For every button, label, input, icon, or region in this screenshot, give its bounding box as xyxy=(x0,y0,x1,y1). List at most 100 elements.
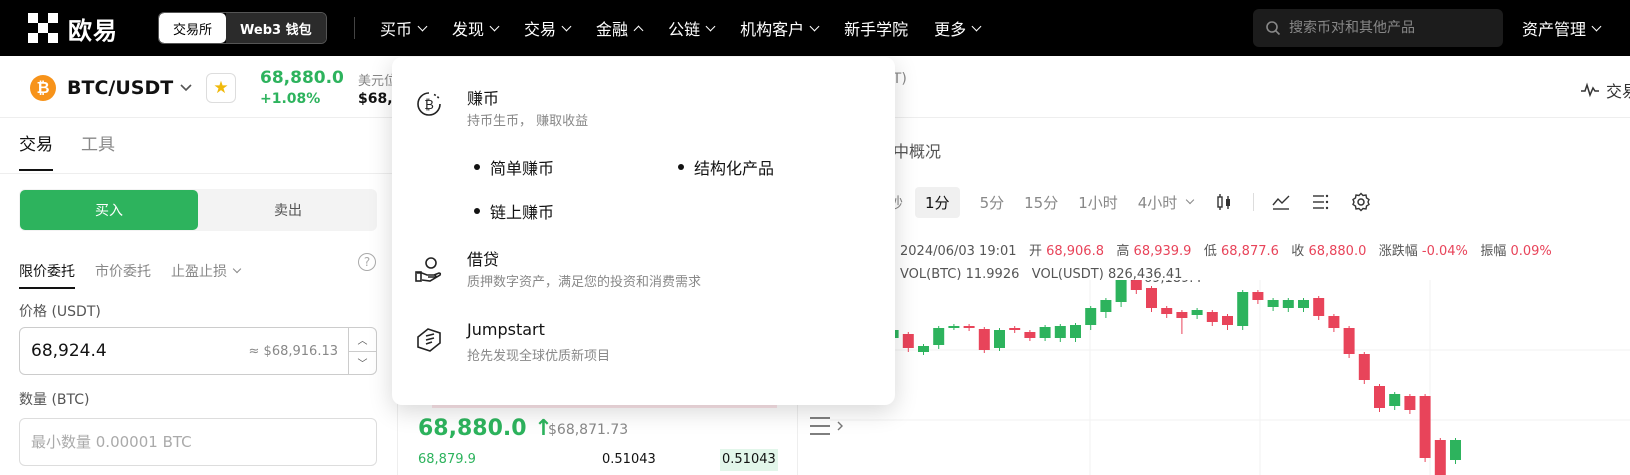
pulse-icon xyxy=(1581,82,1599,98)
chevron-down-icon xyxy=(1591,21,1602,31)
menu-item-structured-products[interactable]: 结构化产品 xyxy=(678,155,774,179)
candle-body xyxy=(1191,310,1203,315)
buy-sell-toggle: 买入 卖出 xyxy=(19,189,377,231)
high-label: 高 xyxy=(1116,244,1130,259)
search-box[interactable] xyxy=(1253,9,1503,47)
tab-market-order[interactable]: 市价委托 xyxy=(95,261,151,281)
amplitude-value: 0.09% xyxy=(1510,244,1552,259)
hand-coin-icon xyxy=(415,257,442,282)
okx-logo[interactable]: 欧易 xyxy=(28,13,118,45)
nav-item-chain[interactable]: 公链 xyxy=(668,16,716,40)
candle-body xyxy=(1389,394,1401,406)
menu-item-onchain-earn[interactable]: 链上赚币 xyxy=(474,199,554,223)
price-field[interactable]: 68,924.4 ≈ $68,916.13 ︿ ﹀ xyxy=(19,327,377,375)
chevron-down-icon xyxy=(705,21,716,31)
timeframe-15m[interactable]: 15分 xyxy=(1024,192,1058,213)
quantity-input[interactable] xyxy=(31,433,351,451)
buy-button[interactable]: 买入 xyxy=(20,190,198,230)
timeframe-5m[interactable]: 5分 xyxy=(980,192,1005,213)
tab-limit-order[interactable]: 限价委托 xyxy=(19,261,75,289)
chevron-down-icon xyxy=(417,21,428,31)
nav-item-discover[interactable]: 发现 xyxy=(452,16,500,40)
finance-dropdown-menu: ₿ 赚币 持币生币， 赚取收益 简单赚币 结构化产品 链上赚币 借贷 质押数字资… xyxy=(392,57,895,405)
price-stepper: ︿ ﹀ xyxy=(348,328,376,374)
rocket-icon xyxy=(417,328,441,352)
price-label: 价格 (USDT) xyxy=(19,304,101,320)
candle-body xyxy=(1146,288,1157,308)
chevron-down-icon xyxy=(1186,195,1195,205)
earn-title[interactable]: 赚币 xyxy=(467,85,499,109)
high-value: 68,939.9 xyxy=(1133,244,1192,259)
chart-overview-tab[interactable]: 中概况 xyxy=(893,138,941,162)
list-tool-icon[interactable] xyxy=(810,417,843,435)
tp-sl-label: 止盈止损 xyxy=(171,264,227,280)
ohlc-date: 2024/06/03 19:01 xyxy=(900,244,1017,259)
candle-body xyxy=(1358,354,1370,380)
candle-body xyxy=(1009,328,1021,330)
candle-body xyxy=(1298,300,1309,308)
logo-text: 欧易 xyxy=(68,16,118,45)
candle-body xyxy=(1054,326,1066,338)
help-icon[interactable]: ? xyxy=(358,253,376,271)
decrement-chevron-down-icon[interactable]: ﹀ xyxy=(349,352,376,375)
nav-item-more[interactable]: 更多 xyxy=(934,16,982,40)
nav-item-finance[interactable]: 金融 xyxy=(596,16,644,40)
gear-icon[interactable] xyxy=(1350,191,1372,213)
chevron-down-icon[interactable] xyxy=(180,84,192,92)
order-type-tabs: 限价委托 市价委托 止盈止损 xyxy=(19,253,260,289)
candlestick-type-icon[interactable] xyxy=(1213,191,1235,213)
pair-selector[interactable]: BTC/USDT xyxy=(67,75,173,101)
quantity-field[interactable] xyxy=(19,418,377,466)
exchange-web3-toggle: 交易所 Web3 钱包 xyxy=(158,12,327,44)
timeframe-4h[interactable]: 4小时 xyxy=(1138,192,1195,213)
asset-management-menu[interactable]: 资产管理 xyxy=(1522,0,1602,56)
indicator-icon[interactable] xyxy=(1270,191,1292,213)
timeframe-1m[interactable]: 1分 xyxy=(915,186,960,218)
jumpstart-title[interactable]: Jumpstart xyxy=(467,320,545,339)
high-marker-label: ← 69,189.4 xyxy=(1129,280,1202,286)
loan-subtitle: 质押数字资产，满足您的投资和消费需求 xyxy=(467,275,702,290)
chevron-down-icon xyxy=(232,264,242,274)
increment-chevron-up-icon[interactable]: ︿ xyxy=(349,328,376,352)
tab-trade[interactable]: 交易 xyxy=(19,130,53,171)
divider xyxy=(0,173,398,174)
layout-list-icon[interactable] xyxy=(1310,191,1332,213)
candle-body xyxy=(1252,292,1264,300)
search-input[interactable] xyxy=(1289,20,1499,36)
tab-tools[interactable]: 工具 xyxy=(81,130,115,171)
nav-item-buy-crypto[interactable]: 买币 xyxy=(380,16,428,40)
asset-management-label: 资产管理 xyxy=(1522,20,1587,39)
web3-wallet-toggle-button[interactable]: Web3 钱包 xyxy=(226,13,326,43)
tab-tp-sl[interactable]: 止盈止损 xyxy=(171,261,242,281)
change-label: 涨跌幅 xyxy=(1378,244,1418,259)
nav-item-trade[interactable]: 交易 xyxy=(524,16,572,40)
low-value: 68,877.6 xyxy=(1221,244,1279,259)
main-menu: 买币 发现 交易 金融 公链 机构客户 新手学院 更多 xyxy=(380,0,1006,56)
exchange-toggle-button[interactable]: 交易所 xyxy=(159,13,227,43)
bid-price: 68,879.9 xyxy=(418,452,476,467)
nav-label: 新手学院 xyxy=(844,20,909,39)
nav-label: 买币 xyxy=(380,20,413,39)
top-nav: 欧易 交易所 Web3 钱包 买币 发现 交易 金融 公链 机构客户 新手学院 … xyxy=(0,0,1630,56)
nav-label: 交易 xyxy=(524,20,557,39)
nav-label: 机构客户 xyxy=(740,20,805,39)
candle-body xyxy=(948,326,960,328)
sell-button[interactable]: 卖出 xyxy=(199,189,377,231)
candle-body xyxy=(1070,325,1081,338)
candle-body xyxy=(1176,312,1188,318)
timeframe-1h[interactable]: 1小时 xyxy=(1078,192,1118,213)
loan-title[interactable]: 借贷 xyxy=(467,246,499,270)
candle-body xyxy=(1237,292,1249,326)
menu-item-simple-earn[interactable]: 简单赚币 xyxy=(474,155,554,179)
candle-body xyxy=(1374,386,1385,408)
candlestick-chart[interactable]: ← 69,189.4 xyxy=(830,280,1630,475)
bid-total: 0.51043 xyxy=(722,452,776,467)
favorite-star-icon[interactable]: ★ xyxy=(206,73,236,103)
candle-body xyxy=(1039,327,1051,338)
trade-view-toggle[interactable]: 交易 xyxy=(1580,78,1630,102)
nav-item-institutional[interactable]: 机构客户 xyxy=(740,16,820,40)
nav-divider xyxy=(354,17,355,39)
nav-label: 金融 xyxy=(596,20,629,39)
earn-subtitle: 持币生币， 赚取收益 xyxy=(467,114,589,129)
nav-item-academy[interactable]: 新手学院 xyxy=(844,16,908,40)
